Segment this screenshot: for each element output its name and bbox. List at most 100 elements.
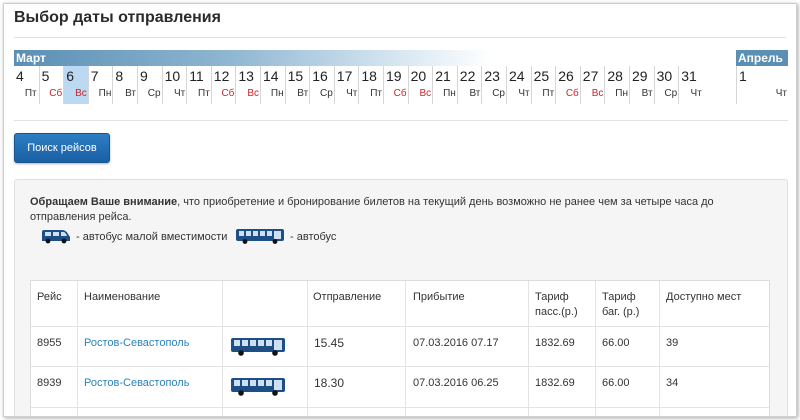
day-of-week: Вт — [469, 88, 481, 99]
calendar-day[interactable]: 17 Чт — [333, 66, 360, 104]
calendar-day[interactable]: 30 Ср — [653, 66, 680, 104]
trip-number: 8955 — [37, 337, 62, 349]
calendar-day[interactable]: 14 Пн — [260, 66, 286, 104]
month-bar-march — [14, 50, 492, 66]
day-of-week: Чт — [775, 88, 787, 99]
calendar-day[interactable]: 1 Чт — [736, 66, 789, 104]
day-number: 5 — [41, 68, 50, 84]
day-number: 7 — [90, 68, 99, 84]
col-divider — [405, 281, 406, 416]
day-number: 17 — [336, 68, 353, 84]
day-of-week: Пт — [370, 88, 382, 99]
day-of-week: Вс — [591, 88, 604, 99]
header-arrival: Прибытие — [413, 291, 465, 303]
day-of-week: Сб — [221, 88, 235, 99]
seats-available: 39 — [666, 337, 679, 349]
day-number: 26 — [558, 68, 574, 84]
title-divider — [14, 37, 786, 38]
tariff-bag: 66.00 — [602, 377, 630, 389]
day-of-week: Чт — [173, 88, 186, 99]
calendar-day[interactable]: 29 Вт — [629, 66, 655, 104]
day-of-week: Пт — [24, 88, 37, 99]
bus-icon — [236, 229, 284, 244]
day-number: 9 — [140, 68, 148, 84]
day-number: 12 — [213, 68, 230, 84]
departure-time: 15.45 — [314, 336, 345, 350]
day-number: 27 — [582, 68, 599, 84]
day-number: 15 — [287, 68, 304, 84]
day-of-week: Вс — [247, 88, 259, 99]
calendar-day[interactable]: 16 Ср — [309, 66, 335, 104]
calendar-day[interactable]: 7 Пн — [87, 66, 114, 104]
col-divider — [77, 281, 78, 416]
day-of-week: Ср — [664, 88, 678, 99]
calendar-day[interactable]: 12 Сб — [210, 66, 237, 104]
results-panel: Обращаем Ваше внимание, что приобретение… — [14, 179, 788, 416]
calendar-day[interactable]: 31 Чт — [678, 66, 704, 104]
notice-text: Обращаем Ваше внимание, что приобретение… — [30, 195, 770, 225]
calendar-day[interactable]: 24 Чт — [506, 66, 532, 104]
calendar-day[interactable]: 11 Пт — [186, 66, 212, 104]
bus-icon — [231, 338, 285, 356]
calendar-day[interactable]: 21 Пн — [432, 66, 458, 104]
day-of-week: Вс — [75, 88, 87, 99]
header-tariff-bag-line2: баг. (р.) — [602, 306, 640, 318]
day-number: 1 — [739, 68, 747, 84]
calendar-day[interactable]: 8 Вт — [112, 66, 138, 104]
page-frame: Выбор даты отправления Март Апрель 4 Пт 5 С… — [3, 3, 797, 417]
day-number: 20 — [410, 68, 427, 84]
route-link[interactable]: Ростов-Севастополь — [84, 337, 189, 349]
day-of-week: Ср — [147, 88, 161, 99]
calendar-day[interactable]: 23 Ср — [481, 66, 507, 104]
calendar-divider — [14, 120, 788, 121]
day-of-week: Вт — [641, 88, 653, 99]
day-number: 18 — [361, 68, 377, 84]
calendar-day[interactable]: 9 Ср — [137, 66, 163, 104]
col-divider — [528, 281, 529, 416]
seats-available: 34 — [666, 377, 679, 389]
row-divider — [31, 407, 769, 408]
day-number: 23 — [484, 68, 500, 84]
calendar-day[interactable]: 27 Вс — [579, 66, 606, 104]
header-name: Наименование — [84, 291, 161, 303]
day-of-week: Чт — [690, 88, 702, 99]
calendar-day[interactable]: 5 Сб — [38, 66, 65, 104]
calendar-day[interactable]: 19 Сб — [383, 66, 409, 104]
calendar-day[interactable]: 25 Пт — [530, 66, 557, 104]
calendar-day[interactable]: 10 Чт — [161, 66, 188, 104]
calendar-day[interactable]: 4 Пт — [14, 66, 39, 104]
legend-minibus-label: - автобус малой вместимости — [76, 231, 228, 243]
day-number: 19 — [386, 68, 402, 84]
header-seats: Доступно мест — [666, 291, 742, 303]
calendar-day[interactable]: 15 Вт — [284, 66, 311, 104]
trip-number: 8939 — [37, 377, 62, 389]
day-number: 16 — [312, 68, 328, 84]
calendar-day[interactable]: 26 Сб — [555, 66, 581, 104]
tariff-bag: 66.00 — [602, 337, 630, 349]
day-number: 25 — [533, 68, 550, 84]
page-title: Выбор даты отправления — [14, 9, 221, 26]
day-of-week: Ср — [319, 88, 333, 99]
calendar-day[interactable]: 20 Вс — [407, 66, 434, 104]
route-link[interactable]: Ростов-Севастополь — [84, 377, 189, 389]
calendar-day[interactable]: 13 Вс — [235, 66, 261, 104]
search-trips-button[interactable]: Поиск рейсов — [14, 133, 110, 163]
header-tariff-pass-line1: Тариф — [535, 291, 569, 303]
day-number: 31 — [681, 68, 697, 84]
arrival-time: 07.03.2016 06.25 — [413, 377, 499, 389]
row-divider — [31, 326, 769, 327]
day-of-week: Пт — [542, 88, 555, 99]
day-number: 30 — [656, 68, 673, 84]
row-divider — [31, 366, 769, 367]
header-tariff-bag-line1: Тариф — [602, 291, 636, 303]
header-tariff-pass-line2: пасс.(р.) — [535, 306, 578, 318]
calendar-day[interactable]: 18 Пт — [358, 66, 384, 104]
calendar-day[interactable]: 28 Пн — [604, 66, 630, 104]
calendar-day[interactable]: 6 Вс — [63, 66, 89, 104]
day-number: 8 — [115, 68, 124, 84]
day-of-week: Чт — [518, 88, 530, 99]
tariff-pass: 1832.69 — [535, 337, 575, 349]
day-number: 10 — [164, 68, 181, 84]
calendar-day[interactable]: 22 Вт — [456, 66, 483, 104]
trips-table: Рейс Наименование Отправление Прибытие Т… — [30, 280, 770, 416]
